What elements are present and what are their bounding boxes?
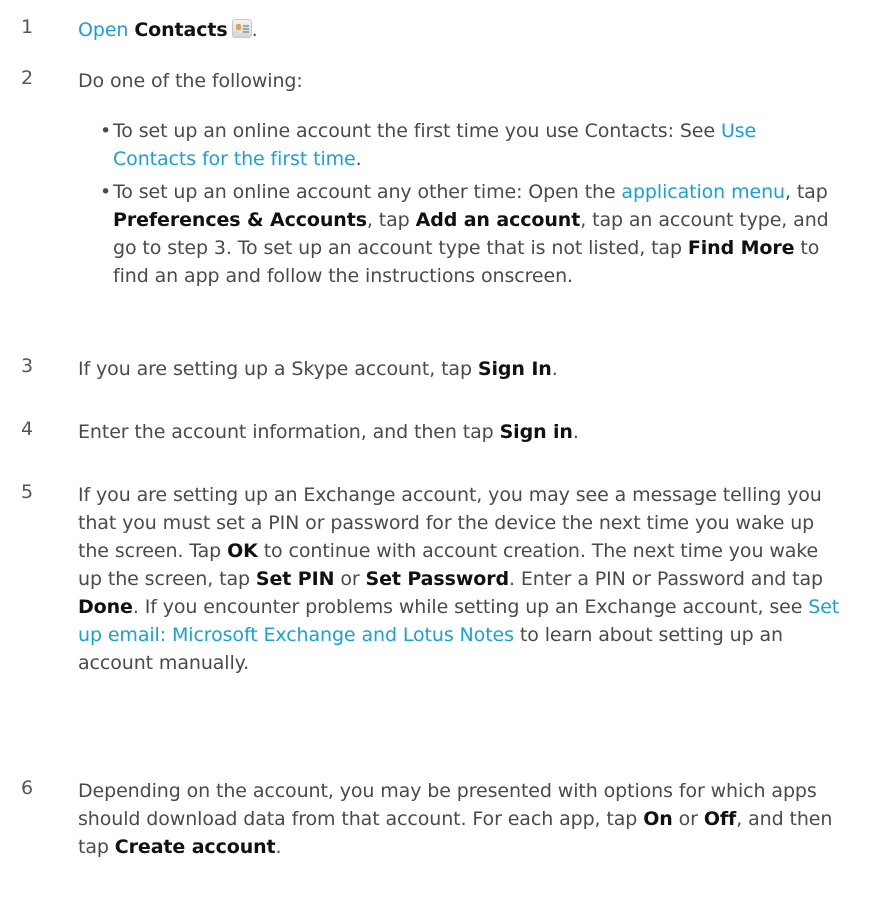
bullet-icon: • — [100, 120, 112, 142]
step-text: Open Contacts. — [78, 19, 258, 41]
step-number: 4 — [21, 418, 33, 440]
help-page: 1 Open Contacts. 2 Do one of the followi… — [0, 0, 869, 909]
open-link[interactable]: Open — [78, 19, 128, 41]
step-text: Depending on the account, you may be pre… — [78, 780, 833, 858]
step-number: 2 — [21, 67, 33, 89]
step-number: 1 — [21, 16, 33, 38]
step-text: Do one of the following: — [78, 70, 303, 92]
application-menu-link[interactable]: application menu — [621, 181, 785, 203]
step-text: If you are setting up a Skype account, t… — [78, 358, 558, 380]
list-item: • To set up an online account any other … — [100, 178, 840, 290]
step-number: 3 — [21, 355, 33, 377]
contacts-app-icon — [231, 19, 252, 38]
step-text: Enter the account information, and then … — [78, 421, 579, 443]
contacts-app-name: Contacts — [134, 19, 228, 41]
step-number: 5 — [21, 481, 33, 503]
list-item: • To set up an online account the first … — [100, 117, 840, 173]
bullet-icon: • — [100, 181, 112, 203]
step-number: 6 — [21, 777, 33, 799]
step-text: If you are setting up an Exchange accoun… — [78, 484, 840, 674]
